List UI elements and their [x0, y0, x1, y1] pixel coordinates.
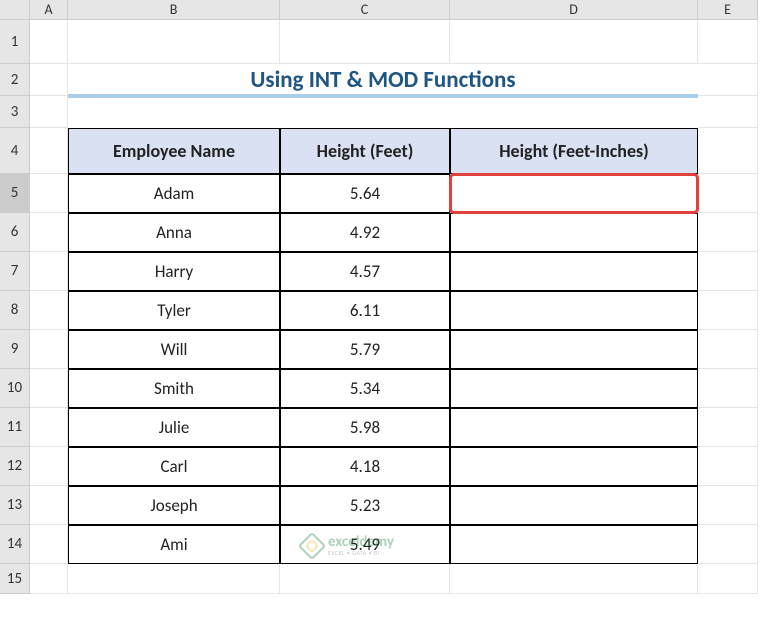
cell-c7[interactable]: 4.57 [280, 252, 450, 291]
row-header-13[interactable]: 13 [0, 486, 30, 525]
cell-a14[interactable] [30, 525, 68, 564]
col-header-d[interactable]: D [450, 0, 698, 20]
col-header-c[interactable]: C [280, 0, 450, 20]
cell-d7[interactable] [450, 252, 698, 291]
cell-c12[interactable]: 4.18 [280, 447, 450, 486]
row-header-6[interactable]: 6 [0, 213, 30, 252]
cell-b14[interactable]: Ami [68, 525, 280, 564]
row-header-15[interactable]: 15 [0, 564, 30, 594]
cell-e8[interactable] [698, 291, 758, 330]
cell-b6[interactable]: Anna [68, 213, 280, 252]
row-header-11[interactable]: 11 [0, 408, 30, 447]
cell-d15[interactable] [450, 564, 698, 594]
row-header-8[interactable]: 8 [0, 291, 30, 330]
cell-a7[interactable] [30, 252, 68, 291]
cell-e13[interactable] [698, 486, 758, 525]
title-underline [68, 96, 698, 128]
row-header-5[interactable]: 5 [0, 174, 30, 213]
watermark-text: exceldemy [328, 535, 394, 550]
cell-e1[interactable] [698, 20, 758, 64]
page-title: Using INT & MOD Functions [68, 64, 698, 96]
select-all-corner[interactable] [0, 0, 30, 20]
table-header-feet-inches[interactable]: Height (Feet-Inches) [450, 128, 698, 174]
cell-c13[interactable]: 5.23 [280, 486, 450, 525]
cell-a15[interactable] [30, 564, 68, 594]
cell-c10[interactable]: 5.34 [280, 369, 450, 408]
cell-d8[interactable] [450, 291, 698, 330]
row-header-1[interactable]: 1 [0, 20, 30, 64]
cell-b8[interactable]: Tyler [68, 291, 280, 330]
watermark: exceldemy EXCEL • DATA • BI [302, 535, 394, 556]
cell-e14[interactable] [698, 525, 758, 564]
table-header-feet[interactable]: Height (Feet) [280, 128, 450, 174]
cell-e2[interactable] [698, 64, 758, 96]
cell-d10[interactable] [450, 369, 698, 408]
cell-c11[interactable]: 5.98 [280, 408, 450, 447]
cell-d1[interactable] [450, 20, 698, 64]
cell-e3[interactable] [698, 96, 758, 128]
col-header-a[interactable]: A [30, 0, 68, 20]
cell-b5[interactable]: Adam [68, 174, 280, 213]
cell-c5[interactable]: 5.64 [280, 174, 450, 213]
cell-a1[interactable] [30, 20, 68, 64]
cell-e15[interactable] [698, 564, 758, 594]
cell-c6[interactable]: 4.92 [280, 213, 450, 252]
col-header-e[interactable]: E [698, 0, 758, 20]
cell-a2[interactable] [30, 64, 68, 96]
cell-b10[interactable]: Smith [68, 369, 280, 408]
cell-d14[interactable] [450, 525, 698, 564]
cell-d5[interactable] [450, 174, 698, 213]
cell-d12[interactable] [450, 447, 698, 486]
cell-e5[interactable] [698, 174, 758, 213]
cell-b9[interactable]: Will [68, 330, 280, 369]
cell-a6[interactable] [30, 213, 68, 252]
cell-c8[interactable]: 6.11 [280, 291, 450, 330]
row-header-7[interactable]: 7 [0, 252, 30, 291]
cell-b1[interactable] [68, 20, 280, 64]
row-header-12[interactable]: 12 [0, 447, 30, 486]
row-header-2[interactable]: 2 [0, 64, 30, 96]
watermark-logo-icon [298, 531, 326, 559]
cell-a4[interactable] [30, 128, 68, 174]
cell-d6[interactable] [450, 213, 698, 252]
cell-e6[interactable] [698, 213, 758, 252]
cell-a5[interactable] [30, 174, 68, 213]
cell-a12[interactable] [30, 447, 68, 486]
watermark-subtext: EXCEL • DATA • BI [328, 550, 394, 556]
cell-e4[interactable] [698, 128, 758, 174]
row-header-10[interactable]: 10 [0, 369, 30, 408]
cell-a10[interactable] [30, 369, 68, 408]
row-header-4[interactable]: 4 [0, 128, 30, 174]
cell-a13[interactable] [30, 486, 68, 525]
row-header-9[interactable]: 9 [0, 330, 30, 369]
cell-c15[interactable] [280, 564, 450, 594]
table-header-name[interactable]: Employee Name [68, 128, 280, 174]
cell-e9[interactable] [698, 330, 758, 369]
cell-a8[interactable] [30, 291, 68, 330]
cell-b12[interactable]: Carl [68, 447, 280, 486]
cell-e10[interactable] [698, 369, 758, 408]
col-header-b[interactable]: B [68, 0, 280, 20]
cell-c9[interactable]: 5.79 [280, 330, 450, 369]
cell-e7[interactable] [698, 252, 758, 291]
cell-d13[interactable] [450, 486, 698, 525]
cell-d11[interactable] [450, 408, 698, 447]
cell-e11[interactable] [698, 408, 758, 447]
cell-b13[interactable]: Joseph [68, 486, 280, 525]
cell-d9[interactable] [450, 330, 698, 369]
row-header-3[interactable]: 3 [0, 96, 30, 128]
cell-e12[interactable] [698, 447, 758, 486]
cell-c1[interactable] [280, 20, 450, 64]
cell-a11[interactable] [30, 408, 68, 447]
spreadsheet-grid: A B C D E 1 2 Using INT & MOD Functions … [0, 0, 768, 594]
cell-a9[interactable] [30, 330, 68, 369]
row-header-14[interactable]: 14 [0, 525, 30, 564]
cell-a3[interactable] [30, 96, 68, 128]
cell-b7[interactable]: Harry [68, 252, 280, 291]
cell-b15[interactable] [68, 564, 280, 594]
cell-b11[interactable]: Julie [68, 408, 280, 447]
